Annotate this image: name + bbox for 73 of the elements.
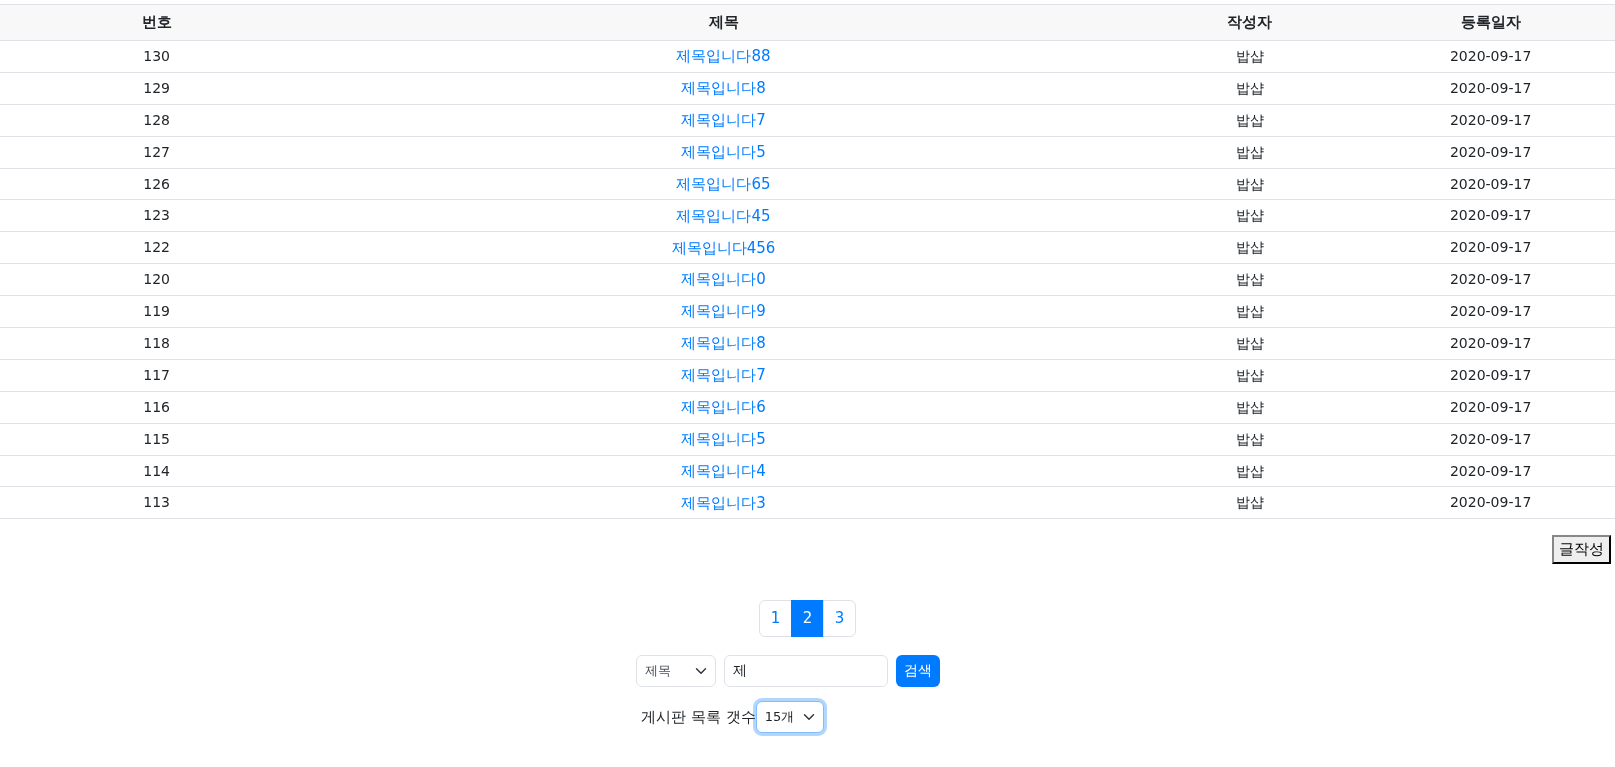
write-button[interactable]: 글작성	[1552, 535, 1611, 564]
title-link[interactable]: 제목입니다8	[681, 334, 766, 353]
number-cell: 127	[0, 136, 314, 169]
author-cell: 밥샵	[1133, 391, 1367, 424]
date-cell: 2020-09-17	[1366, 40, 1615, 73]
date-cell: 2020-09-17	[1366, 104, 1615, 137]
date-cell: 2020-09-17	[1366, 327, 1615, 360]
title-link[interactable]: 제목입니다7	[681, 366, 766, 385]
number-cell: 118	[0, 327, 314, 360]
date-cell: 2020-09-17	[1366, 295, 1615, 328]
author-cell: 밥샵	[1133, 72, 1367, 105]
date-cell: 2020-09-17	[1366, 263, 1615, 296]
page-link[interactable]: 2	[791, 599, 824, 637]
author-cell: 밥샵	[1133, 104, 1367, 137]
title-link[interactable]: 제목입니다456	[671, 238, 776, 257]
number-cell: 117	[0, 359, 314, 392]
page-link[interactable]: 1	[759, 599, 792, 637]
author-cell: 밥샵	[1133, 40, 1367, 73]
search-button[interactable]: 검색	[895, 654, 940, 687]
title-link[interactable]: 제목입니다45	[676, 206, 771, 225]
number-cell: 120	[0, 263, 314, 296]
author-cell: 밥샵	[1133, 359, 1367, 392]
number-cell: 116	[0, 391, 314, 424]
date-cell: 2020-09-17	[1366, 168, 1615, 200]
author-cell: 밥샵	[1133, 327, 1367, 360]
number-cell: 119	[0, 295, 314, 328]
date-cell: 2020-09-17	[1366, 72, 1615, 105]
author-cell: 밥샵	[1133, 263, 1367, 296]
title-link[interactable]: 제목입니다3	[681, 493, 766, 512]
title-link[interactable]: 제목입니다7	[681, 110, 766, 129]
date-cell: 2020-09-17	[1366, 199, 1615, 232]
title-link[interactable]: 제목입니다4	[681, 461, 766, 480]
title-link[interactable]: 제목입니다88	[676, 47, 771, 66]
number-cell: 114	[0, 455, 314, 487]
date-cell: 2020-09-17	[1366, 486, 1615, 519]
number-cell: 129	[0, 72, 314, 105]
author-cell: 밥샵	[1133, 423, 1367, 456]
author-cell: 밥샵	[1133, 136, 1367, 169]
column-header: 제목	[313, 4, 1134, 41]
number-cell: 113	[0, 486, 314, 519]
title-link[interactable]: 제목입니다5	[681, 429, 766, 448]
date-cell: 2020-09-17	[1366, 231, 1615, 264]
title-link[interactable]: 제목입니다6	[681, 398, 766, 416]
column-header: 작성자	[1133, 4, 1367, 41]
title-link[interactable]: 제목입니다0	[681, 270, 766, 289]
title-link[interactable]: 제목입니다65	[676, 174, 771, 193]
page-link[interactable]: 3	[823, 599, 856, 637]
column-header: 번호	[0, 4, 314, 41]
author-cell: 밥샵	[1133, 168, 1367, 200]
title-link[interactable]: 제목입니다8	[681, 79, 766, 98]
date-cell: 2020-09-17	[1366, 423, 1615, 456]
date-cell: 2020-09-17	[1366, 455, 1615, 487]
author-cell: 밥샵	[1133, 455, 1367, 487]
number-cell: 122	[0, 231, 314, 264]
author-cell: 밥샵	[1133, 486, 1367, 519]
search-field-select[interactable]: 제목	[635, 654, 716, 687]
number-cell: 123	[0, 199, 314, 232]
author-cell: 밥샵	[1133, 295, 1367, 328]
search-input-field[interactable]: 제	[723, 654, 888, 687]
author-cell: 밥샵	[1133, 231, 1367, 264]
date-cell: 2020-09-17	[1366, 136, 1615, 169]
number-cell: 130	[0, 40, 314, 73]
author-cell: 밥샵	[1133, 199, 1367, 232]
date-cell: 2020-09-17	[1366, 359, 1615, 392]
number-cell: 115	[0, 423, 314, 456]
list-count-label: 게시판 목록 갯수	[641, 706, 756, 728]
title-link[interactable]: 제목입니다5	[681, 142, 766, 161]
column-header: 등록일자	[1366, 4, 1615, 41]
number-cell: 126	[0, 168, 314, 200]
number-cell: 128	[0, 104, 314, 137]
title-link[interactable]: 제목입니다9	[681, 302, 766, 321]
date-cell: 2020-09-17	[1366, 391, 1615, 424]
list-count-select[interactable]: 15개	[755, 700, 824, 733]
